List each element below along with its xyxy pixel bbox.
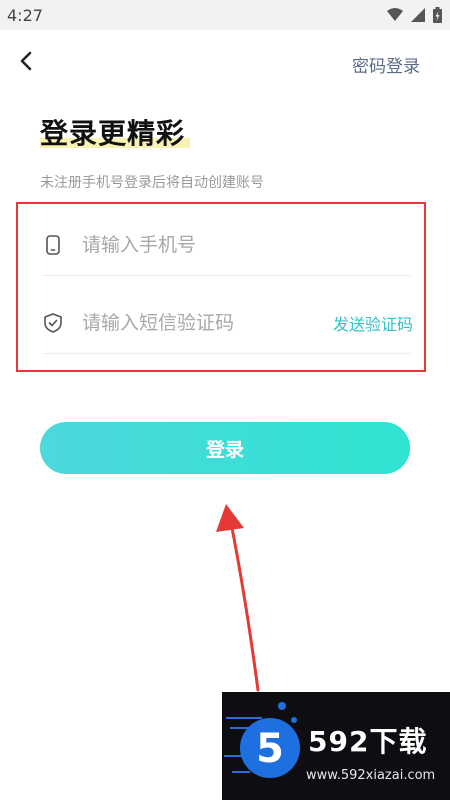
- phone-input[interactable]: [82, 233, 412, 256]
- status-time: 4:27: [7, 6, 43, 25]
- password-login-link[interactable]: 密码登录: [352, 52, 420, 77]
- chevron-left-icon: [20, 51, 32, 71]
- status-icons: [387, 7, 442, 23]
- code-field: 发送验证码: [42, 292, 413, 354]
- send-code-button[interactable]: 发送验证码: [333, 311, 413, 335]
- watermark-url: www.592xiazai.com: [306, 768, 436, 783]
- watermark: 5 592下载 www.592xiazai.com: [222, 692, 450, 800]
- login-form-highlight-box: 发送验证码: [16, 202, 426, 372]
- title-block: 登录更精彩: [40, 112, 190, 152]
- phone-icon: [46, 234, 60, 255]
- page-subtitle: 未注册手机号登录后将自动创建账号: [40, 175, 264, 191]
- status-bar: 4:27: [0, 0, 450, 30]
- page-title: 登录更精彩: [40, 117, 186, 150]
- shield-check-icon: [44, 312, 62, 333]
- watermark-logo: 5: [224, 702, 300, 778]
- battery-icon: [433, 7, 442, 23]
- phone-field: [42, 214, 412, 276]
- svg-text:5: 5: [256, 726, 284, 772]
- sms-code-input[interactable]: [82, 311, 325, 334]
- signal-icon: [411, 8, 425, 22]
- login-button[interactable]: 登录: [40, 422, 410, 474]
- wifi-icon: [387, 8, 403, 21]
- watermark-brand: 592下载: [308, 725, 428, 758]
- back-button[interactable]: [14, 48, 40, 74]
